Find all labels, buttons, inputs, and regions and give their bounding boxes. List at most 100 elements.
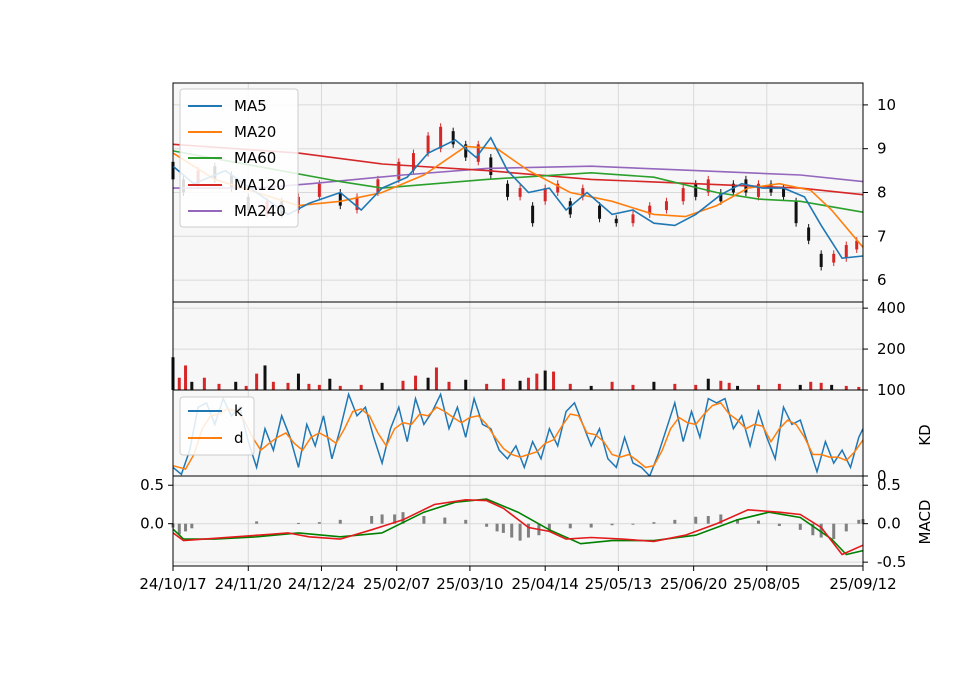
candle-body-34 bbox=[694, 183, 698, 197]
macd-osc-bar-12 bbox=[422, 516, 426, 524]
price-ytick-label-right-0: 6 bbox=[877, 271, 887, 289]
candle-body-16 bbox=[439, 126, 443, 149]
x-tick-label-7: 25/06/20 bbox=[660, 575, 727, 593]
macd-osc-bar-28 bbox=[673, 519, 677, 524]
x-tick-label-0: 24/10/17 bbox=[139, 575, 206, 593]
macd-osc-bar-26 bbox=[631, 523, 635, 525]
stock-chart: 6 7 8 9 10 200 400 0100 0.0 0.5 -0.5 0.0 0.5 24/1… bbox=[139, 82, 934, 593]
x-tick-label-2: 24/12/24 bbox=[288, 575, 355, 593]
volume-bar-44 bbox=[777, 383, 781, 390]
volume-bar-10 bbox=[271, 381, 275, 390]
x-tick-label-8: 25/08/05 bbox=[733, 575, 800, 593]
volume-bar-39 bbox=[706, 378, 710, 390]
volume-bar-3 bbox=[190, 381, 194, 390]
volume-bar-45 bbox=[798, 384, 802, 390]
legend-label-ma20: MA20 bbox=[234, 123, 276, 141]
price-ytick-label-right-2: 8 bbox=[877, 184, 887, 202]
candle-body-43 bbox=[807, 227, 811, 241]
volume-bar-15 bbox=[328, 378, 332, 390]
candle-body-10 bbox=[338, 192, 342, 206]
candle-body-45 bbox=[832, 253, 836, 263]
macd-osc-bar-14 bbox=[464, 519, 468, 524]
volume-panel: 200 400 bbox=[171, 299, 906, 391]
volume-bar-38 bbox=[694, 384, 698, 390]
volume-bar-37 bbox=[673, 383, 677, 390]
volume-bar-22 bbox=[434, 367, 438, 390]
legend-label-ma120: MA120 bbox=[234, 176, 286, 194]
macd-osc-bar-19 bbox=[518, 523, 522, 541]
volume-bar-33 bbox=[589, 385, 593, 390]
x-axis: 24/10/17 24/11/20 24/12/24 25/02/07 25/03/10… bbox=[139, 566, 897, 593]
kd-panel: 0100 bbox=[172, 381, 906, 485]
candle-body-23 bbox=[531, 205, 535, 224]
macd-osc-bar-38 bbox=[832, 523, 836, 540]
x-tick-label-3: 25/02/07 bbox=[363, 575, 430, 593]
volume-bar-5 bbox=[217, 383, 221, 390]
candle-body-32 bbox=[664, 201, 668, 211]
volume-bar-16 bbox=[338, 385, 342, 390]
macd-osc-bar-27 bbox=[652, 522, 656, 524]
macd-osc-bar-24 bbox=[589, 523, 593, 528]
volume-bar-28 bbox=[526, 377, 530, 390]
volume-bar-49 bbox=[844, 385, 848, 390]
x-tick-label-5: 25/04/14 bbox=[511, 575, 578, 593]
macd-osc-bar-30 bbox=[706, 516, 710, 524]
volume-bar-11 bbox=[286, 382, 290, 390]
macd-panel: 0.0 0.5 -0.5 0.0 0.5 bbox=[140, 475, 906, 571]
volume-bar-6 bbox=[234, 381, 238, 390]
volume-ytick-label-right-1: 400 bbox=[877, 299, 906, 317]
macd-ytick-label-right-0: -0.5 bbox=[877, 553, 906, 571]
kd-ytick-label-right-1: 100 bbox=[877, 381, 906, 399]
macd-osc-bar-33 bbox=[756, 520, 760, 524]
macd-osc-bar-34 bbox=[777, 523, 781, 526]
macd-osc-bar-1 bbox=[177, 523, 181, 535]
macd-osc-bar-9 bbox=[380, 514, 384, 524]
x-tick-label-9: 25/09/12 bbox=[829, 575, 896, 593]
volume-bar-7 bbox=[244, 385, 248, 390]
kd-legend: k d bbox=[179, 396, 255, 456]
candle-body-46 bbox=[844, 245, 848, 259]
volume-bar-23 bbox=[447, 381, 451, 390]
legend-label-ma240: MA240 bbox=[234, 202, 286, 220]
volume-bar-18 bbox=[380, 382, 384, 390]
macd-osc-bar-13 bbox=[443, 517, 447, 524]
volume-bar-36 bbox=[652, 381, 656, 390]
legend-label-d: d bbox=[234, 429, 244, 447]
kd-axis-title: KD bbox=[916, 424, 934, 445]
x-tick-label-1: 24/11/20 bbox=[215, 575, 282, 593]
price-legend: MA5 MA20 MA60 MA120 MA240 bbox=[179, 88, 299, 228]
candle-body-28 bbox=[598, 205, 602, 219]
candle-body-24 bbox=[543, 188, 547, 202]
macd-osc-bar-2 bbox=[184, 523, 188, 532]
macd-osc-bar-17 bbox=[501, 523, 505, 533]
volume-bar-32 bbox=[568, 383, 572, 390]
volume-bar-48 bbox=[830, 384, 834, 390]
macd-osc-bar-3 bbox=[190, 523, 194, 529]
macd-osc-bar-6 bbox=[317, 522, 321, 524]
volume-bar-4 bbox=[202, 377, 206, 390]
volume-bar-31 bbox=[552, 371, 556, 390]
macd-ytick-label-left-0: 0.0 bbox=[140, 515, 164, 533]
volume-bar-35 bbox=[631, 384, 635, 390]
macd-osc-bar-16 bbox=[495, 523, 499, 532]
volume-bar-25 bbox=[485, 383, 489, 390]
volume-bar-47 bbox=[819, 382, 823, 390]
candle-body-22 bbox=[518, 188, 522, 197]
legend-label-ma5: MA5 bbox=[234, 97, 267, 115]
candle-body-9 bbox=[317, 183, 321, 197]
candle-body-30 bbox=[631, 214, 635, 224]
volume-bar-2 bbox=[184, 365, 188, 390]
price-ytick-label-right-4: 10 bbox=[877, 96, 896, 114]
volume-bar-12 bbox=[296, 373, 300, 390]
candle-body-21 bbox=[506, 183, 510, 197]
x-tick-label-6: 25/05/13 bbox=[585, 575, 652, 593]
macd-osc-bar-39 bbox=[844, 523, 848, 532]
volume-background bbox=[173, 302, 863, 390]
legend-label-k: k bbox=[234, 402, 243, 420]
macd-osc-bar-7 bbox=[338, 519, 342, 524]
candle-body-33 bbox=[681, 188, 685, 202]
macd-osc-bar-18 bbox=[510, 523, 514, 538]
volume-bar-27 bbox=[518, 380, 522, 390]
macd-osc-bar-8 bbox=[370, 516, 374, 524]
candle-body-29 bbox=[614, 218, 618, 224]
